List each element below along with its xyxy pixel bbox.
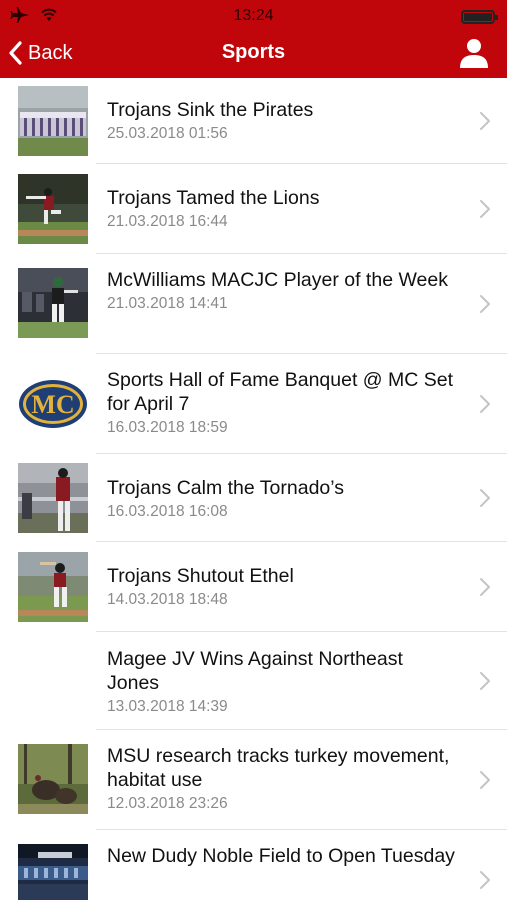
chevron-right-icon xyxy=(480,489,490,507)
article-title: Sports Hall of Fame Banquet @ MC Set for… xyxy=(107,369,454,415)
article-thumbnail xyxy=(18,744,88,814)
article-thumbnail xyxy=(18,552,88,622)
news-list: Trojans Sink the Pirates 25.03.2018 01:5… xyxy=(0,78,507,900)
article-text: Trojans Sink the Pirates 25.03.2018 01:5… xyxy=(107,98,457,144)
article-text: Trojans Shutout Ethel 14.03.2018 18:48 xyxy=(107,564,457,610)
battery-tip xyxy=(495,15,498,20)
article-date: 16.03.2018 18:59 xyxy=(107,419,228,436)
article-date: 12.03.2018 23:26 xyxy=(107,795,228,812)
user-icon xyxy=(460,39,488,68)
list-item[interactable]: McWilliams MACJC Player of the Week 21.0… xyxy=(0,254,507,354)
page-title: Sports xyxy=(221,41,286,63)
article-date: 16.03.2018 16:08 xyxy=(107,503,228,520)
article-thumbnail xyxy=(18,463,88,533)
article-thumbnail xyxy=(18,844,88,900)
article-title: Trojans Shutout Ethel xyxy=(107,565,294,587)
article-date: 21.03.2018 16:44 xyxy=(107,213,228,230)
article-thumbnail xyxy=(18,174,88,244)
navigation-bar: Back Sports xyxy=(0,30,507,78)
article-date: 13.03.2018 14:39 xyxy=(107,698,228,715)
list-item[interactable]: New Dudy Noble Field to Open Tuesday xyxy=(0,830,507,900)
list-item[interactable]: Trojans Shutout Ethel 14.03.2018 18:48 xyxy=(0,542,507,632)
article-title: McWilliams MACJC Player of the Week xyxy=(107,269,448,291)
list-item[interactable]: MC Sports Hall of Fame Banquet @ MC Set … xyxy=(0,354,507,454)
article-date: 25.03.2018 01:56 xyxy=(107,125,228,142)
chevron-right-icon xyxy=(480,672,490,690)
article-title: Trojans Sink the Pirates xyxy=(107,99,314,121)
article-title: Trojans Tamed the Lions xyxy=(107,187,320,209)
article-title: Magee JV Wins Against Northeast Jones xyxy=(107,648,403,694)
app-header: 13:24 Back Sports xyxy=(0,0,507,78)
list-item[interactable]: Trojans Tamed the Lions 21.03.2018 16:44 xyxy=(0,164,507,254)
article-text: New Dudy Noble Field to Open Tuesday xyxy=(107,844,457,870)
chevron-right-icon xyxy=(480,200,490,218)
article-title: New Dudy Noble Field to Open Tuesday xyxy=(107,845,455,867)
article-date: 21.03.2018 14:41 xyxy=(107,295,228,312)
list-item[interactable]: Trojans Calm the Tornado’s 16.03.2018 16… xyxy=(0,454,507,542)
status-time: 13:24 xyxy=(233,7,274,24)
list-item[interactable]: Trojans Sink the Pirates 25.03.2018 01:5… xyxy=(0,78,507,164)
list-item[interactable]: MSU research tracks turkey movement, hab… xyxy=(0,730,507,830)
article-thumbnail: MC xyxy=(18,369,88,439)
article-thumbnail xyxy=(18,86,88,156)
chevron-right-icon xyxy=(480,395,490,413)
article-text: Trojans Calm the Tornado’s 16.03.2018 16… xyxy=(107,476,457,522)
chevron-right-icon xyxy=(480,295,490,313)
list-item[interactable]: Magee JV Wins Against Northeast Jones 13… xyxy=(0,632,507,730)
article-text: McWilliams MACJC Player of the Week 21.0… xyxy=(107,268,457,314)
status-bar: 13:24 xyxy=(0,0,507,30)
article-text: Magee JV Wins Against Northeast Jones 13… xyxy=(107,647,457,717)
article-text: Trojans Tamed the Lions 21.03.2018 16:44 xyxy=(107,186,457,232)
svg-text:MC: MC xyxy=(31,390,74,419)
battery-icon xyxy=(461,10,498,24)
article-title: Trojans Calm the Tornado’s xyxy=(107,477,345,499)
chevron-right-icon xyxy=(480,578,490,596)
article-title: MSU research tracks turkey movement, hab… xyxy=(107,745,450,791)
chevron-right-icon xyxy=(480,871,490,889)
article-thumbnail xyxy=(18,268,88,338)
profile-button[interactable] xyxy=(457,36,491,70)
battery-fill xyxy=(464,13,492,21)
article-date: 14.03.2018 18:48 xyxy=(107,591,228,608)
chevron-right-icon xyxy=(480,112,490,130)
article-text: Sports Hall of Fame Banquet @ MC Set for… xyxy=(107,368,457,438)
chevron-right-icon xyxy=(480,771,490,789)
article-text: MSU research tracks turkey movement, hab… xyxy=(107,744,457,814)
